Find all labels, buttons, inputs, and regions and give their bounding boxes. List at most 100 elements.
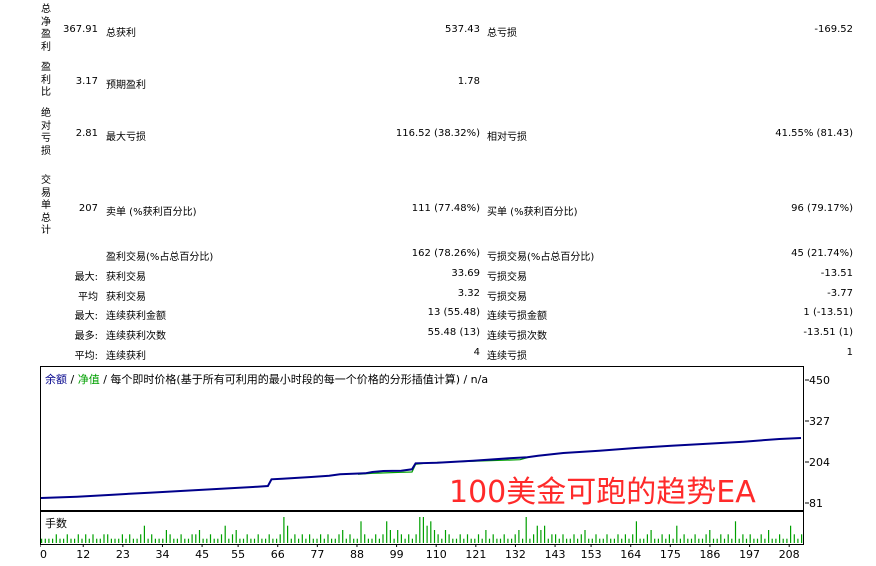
- volume-bar: [220, 534, 223, 543]
- volume-bar: [301, 534, 303, 543]
- volume-bar: [81, 538, 83, 543]
- y-tick-label: 450: [809, 374, 830, 387]
- volume-bar: [99, 538, 101, 543]
- volume-bar: [511, 538, 513, 543]
- max-consec-loss-amount-label: 连续亏损金额: [487, 311, 547, 322]
- volume-bar: [448, 534, 450, 543]
- x-tick-label: 143: [545, 548, 566, 561]
- volume-bar: [540, 530, 542, 543]
- volume-bar: [606, 534, 608, 543]
- total-trades-label: 交易单总计: [41, 175, 51, 236]
- volume-bar: [386, 521, 388, 543]
- abs-drawdown-label: 绝对亏损: [41, 108, 51, 157]
- volume-bar: [331, 538, 333, 543]
- volume-bar: [397, 530, 399, 543]
- volume-bar: [323, 538, 325, 543]
- volume-bar: [309, 534, 311, 543]
- average-loss-label: 亏损交易: [487, 292, 527, 303]
- volume-bar: [419, 517, 421, 543]
- profit-factor-label: 盈利比: [41, 62, 51, 98]
- volume-bar: [422, 517, 424, 543]
- volume-bar: [481, 538, 483, 543]
- volume-bar: [173, 538, 175, 543]
- volume-bar: [492, 534, 494, 543]
- x-tick-label: 121: [465, 548, 486, 561]
- avg-consec-win-value: 4: [473, 347, 480, 358]
- volume-bars: [41, 517, 803, 543]
- volume-bar: [165, 530, 167, 543]
- volume-bar: [107, 534, 109, 543]
- volume-bar: [734, 521, 737, 543]
- volume-bar: [253, 538, 256, 543]
- volume-bar: [749, 534, 751, 543]
- volume-bar: [389, 530, 391, 543]
- volume-bar: [375, 534, 377, 543]
- volume-bar: [731, 538, 733, 543]
- volume-bar: [151, 534, 153, 543]
- volume-bar: [125, 538, 127, 543]
- volume-bar: [701, 538, 704, 543]
- volume-bar: [779, 534, 781, 543]
- avg-consec-win-label: 连续获利: [106, 351, 146, 362]
- volume-bar: [92, 534, 94, 543]
- volume-bar: [694, 534, 696, 543]
- expected-payoff-label: 预期盈利: [106, 80, 146, 91]
- volume-bar: [533, 534, 535, 543]
- volume-bar: [668, 534, 670, 543]
- x-tick-label: 12: [76, 548, 90, 561]
- volume-bar: [617, 534, 619, 543]
- volume-bar: [228, 538, 230, 543]
- volume-bar: [55, 534, 57, 543]
- volume-bar: [140, 534, 142, 543]
- volume-bar: [514, 534, 516, 543]
- volume-bar: [444, 530, 447, 543]
- volume-bar: [768, 530, 770, 543]
- volume-bar: [485, 530, 487, 543]
- volume-bar: [474, 538, 476, 543]
- volume-bar: [650, 530, 652, 543]
- avg-consec-prefix: 平均:: [74, 351, 98, 362]
- rel-drawdown-label: 相对亏损: [487, 132, 527, 143]
- volume-bar: [573, 534, 575, 543]
- volume-panel: 手数: [40, 511, 804, 545]
- volume-bar: [488, 538, 491, 543]
- volume-bar: [129, 534, 131, 543]
- volume-bar: [279, 534, 281, 543]
- volume-bar: [507, 538, 509, 543]
- long-positions-value: 96 (79.17%): [791, 203, 853, 214]
- volume-bar: [441, 538, 443, 543]
- volume-bar: [320, 534, 322, 543]
- volume-bar: [162, 538, 164, 543]
- volume-bar: [261, 538, 263, 543]
- largest-profit-label: 获利交易: [106, 272, 146, 283]
- average-profit-value: 3.32: [457, 288, 480, 299]
- max-consec-win-amount-value: 13 (55.48): [427, 307, 480, 318]
- volume-bar: [85, 534, 87, 543]
- volume-bar: [345, 538, 347, 543]
- volume-bar: [312, 538, 314, 543]
- volume-bar: [745, 538, 748, 543]
- volume-bar: [276, 538, 278, 543]
- volume-bar: [356, 538, 358, 543]
- volume-bar: [580, 534, 582, 543]
- volume-bar: [529, 538, 531, 543]
- volume-bar: [525, 517, 527, 543]
- short-positions-value: 111 (77.48%): [411, 203, 480, 214]
- largest-profit-value: 33.69: [451, 268, 480, 279]
- volume-bar: [88, 538, 90, 543]
- x-tick-label: 175: [660, 548, 681, 561]
- volume-bar: [353, 538, 355, 543]
- volume-bar: [437, 534, 439, 543]
- volume-bar: [632, 534, 634, 543]
- volume-bar: [360, 521, 362, 543]
- x-tick-label: 153: [581, 548, 602, 561]
- volume-bar: [654, 538, 656, 543]
- volume-bar: [683, 534, 685, 543]
- volume-bar: [44, 538, 46, 543]
- volume-bar: [206, 538, 208, 543]
- rel-drawdown-value: 41.55% (81.43): [775, 128, 853, 139]
- max-consec-win-count-value: 55.48 (13): [427, 327, 480, 338]
- volume-bar: [756, 538, 759, 543]
- volume-bar: [771, 538, 773, 543]
- volume-bar: [775, 538, 777, 543]
